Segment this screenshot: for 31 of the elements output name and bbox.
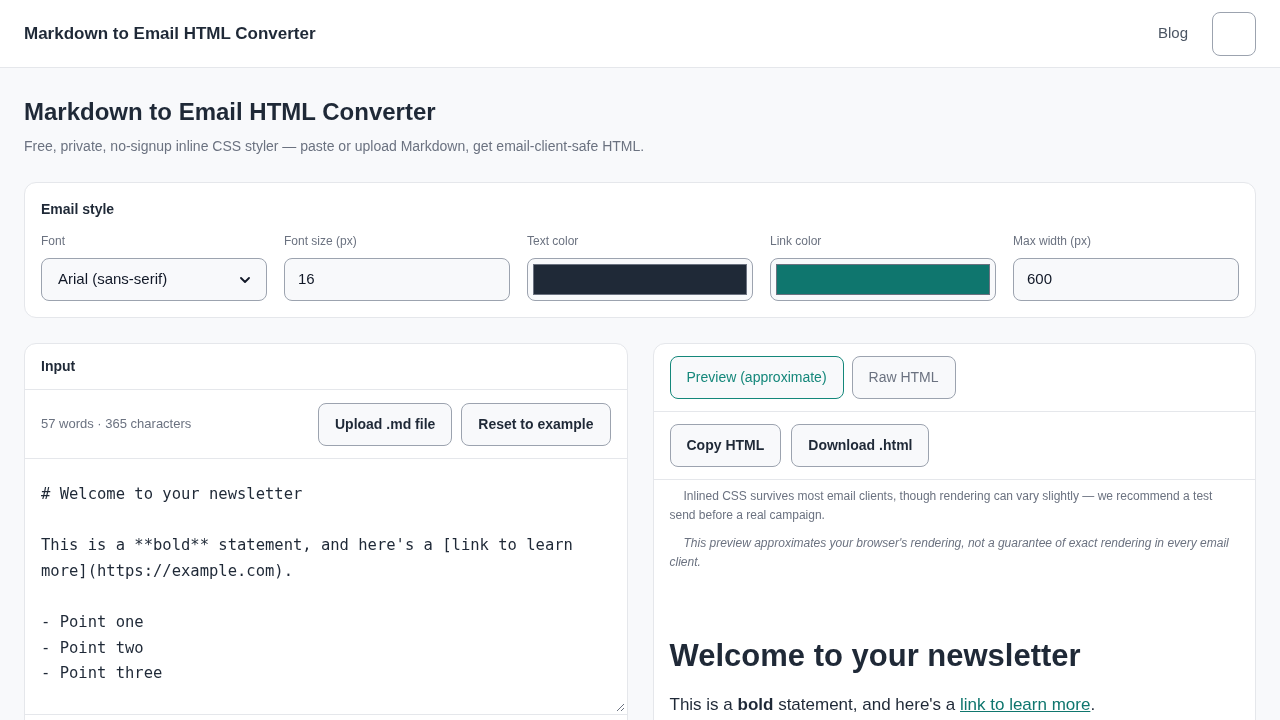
page-subtitle: Free, private, no-signup inline CSS styler — paste or upload Markdown, get email-client-safe HTML.: [24, 137, 646, 156]
number-input[interactable]: 600: [1013, 258, 1239, 301]
site-title: Markdown to Email HTML Converter: [24, 22, 316, 45]
view-tab[interactable]: Raw HTML: [851, 356, 956, 399]
color-picker[interactable]: [770, 258, 996, 301]
preview-link[interactable]: link to learn more: [960, 695, 1091, 714]
field-label: Max width (px): [1013, 233, 1093, 249]
preview-note: This preview approximates your browser's rendering, not a guarantee of exact rendering in every email client.: [669, 535, 1230, 571]
color-picker[interactable]: [527, 258, 753, 301]
preview-heading: Welcome to your newsletter: [669, 637, 1082, 675]
blog-link[interactable]: Blog: [1157, 22, 1188, 45]
download-button[interactable]: Download .html: [791, 424, 930, 467]
markdown-input[interactable]: # Welcome to your newsletter This is a **bold** statement, and here's a [link to learn more](https://example.com). - Point one - Point two - Point three: [25, 459, 627, 715]
word-count: 57 words · 365 characters: [41, 415, 192, 434]
copy-button[interactable]: Copy HTML: [669, 424, 782, 467]
preview-note: Inlined CSS survives most email clients, though rendering can vary slightly — we recommend a test send before a real campaign.: [669, 488, 1214, 524]
number-input[interactable]: 16: [284, 258, 510, 301]
card-title: Email style: [41, 200, 116, 219]
chevron-down-icon: [240, 276, 250, 283]
field-label: Text color: [527, 233, 580, 249]
reset-button[interactable]: Reset to example: [461, 402, 611, 446]
view-tab[interactable]: Preview (approximate): [669, 356, 844, 399]
field-label: Font: [41, 233, 66, 249]
field-label: Font size (px): [284, 233, 358, 249]
panel-title: Input: [41, 357, 76, 376]
preview-paragraph: This is a bold statement, and here's a link to learn more.: [669, 696, 1097, 714]
field-label: Link color: [770, 233, 823, 249]
font-select[interactable]: Arial (sans-serif): [41, 258, 267, 301]
resize-handle-icon[interactable]: [615, 703, 625, 712]
page-title: Markdown to Email HTML Converter: [24, 97, 437, 127]
upload-button[interactable]: Upload .md file: [318, 402, 453, 446]
